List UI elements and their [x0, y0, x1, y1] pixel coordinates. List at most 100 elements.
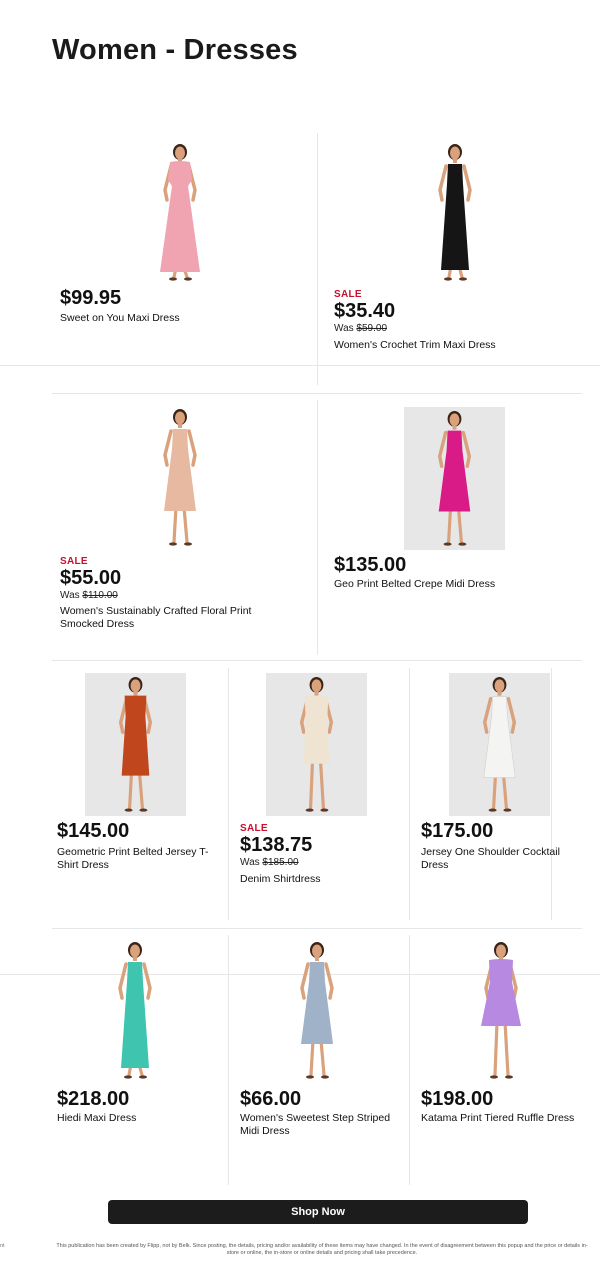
model-leg	[493, 1020, 499, 1077]
product-image[interactable]	[266, 673, 367, 816]
model-shoe	[139, 808, 148, 812]
model-leg	[492, 772, 498, 810]
model-shoe	[443, 542, 452, 546]
model-arm	[142, 962, 152, 1000]
model-shoe	[169, 542, 177, 546]
product-image[interactable]	[85, 938, 185, 1083]
model-arm	[482, 696, 493, 734]
product-price: $66.00	[240, 1088, 302, 1110]
product-image[interactable]	[449, 673, 550, 816]
product-name[interactable]: Jersey One Shoulder Cocktail Dress	[421, 846, 581, 872]
product-name[interactable]: Women's Sustainably Crafted Floral Print…	[60, 605, 290, 631]
model-head	[494, 679, 505, 693]
model-head	[175, 411, 185, 425]
product-name[interactable]: Sweet on You Maxi Dress	[60, 312, 290, 325]
model-arm	[300, 962, 310, 1000]
grid-divider	[52, 393, 582, 394]
model-arm	[437, 430, 448, 468]
sale-badge: SALE	[60, 556, 88, 567]
product-image[interactable]	[130, 405, 230, 550]
was-price: Was $110.00	[60, 590, 118, 601]
grid-divider	[228, 935, 229, 1185]
dress-model-illustration	[300, 942, 334, 1079]
model-neck	[452, 424, 457, 430]
product-image[interactable]	[451, 938, 551, 1083]
model-leg	[137, 770, 144, 810]
product-name[interactable]: Women's Sweetest Step Striped Midi Dress	[240, 1112, 400, 1138]
product-name[interactable]: Women's Crochet Trim Maxi Dress	[334, 339, 564, 352]
product-price: $138.75	[240, 834, 313, 856]
model-neck	[315, 956, 319, 961]
product-image[interactable]	[405, 140, 505, 285]
model-leg	[172, 505, 178, 544]
edge-fragment-text: nt	[0, 1243, 5, 1249]
model-shoe	[458, 542, 467, 546]
disclaimer-text: This publication has been created by Fli…	[56, 1243, 588, 1256]
model-neck	[178, 423, 182, 428]
product-name[interactable]: Denim Shirtdress	[240, 873, 400, 886]
model-arm	[163, 429, 173, 467]
product-price: $198.00	[421, 1088, 494, 1110]
dress-model-illustration	[299, 676, 334, 812]
model-head	[450, 146, 460, 160]
product-price: $35.40	[334, 300, 396, 322]
product-name[interactable]: Hiedi Maxi Dress	[57, 1112, 217, 1125]
dress-shape	[121, 962, 149, 1068]
product-name[interactable]: Geo Print Belted Crepe Midi Dress	[334, 578, 564, 591]
grid-divider	[52, 928, 582, 929]
model-head	[496, 944, 506, 958]
was-price: Was $185.00	[240, 857, 299, 868]
product-image[interactable]	[404, 407, 505, 550]
model-shoe	[139, 1075, 147, 1079]
dress-shape	[160, 161, 200, 272]
model-shoe	[124, 1075, 132, 1079]
product-image[interactable]	[267, 938, 367, 1083]
shop-now-button[interactable]: Shop Now	[108, 1200, 528, 1224]
product-name[interactable]: Geometric Print Belted Jersey T-Shirt Dr…	[57, 846, 217, 872]
model-shoe	[505, 1075, 513, 1079]
product-price: $218.00	[57, 1088, 130, 1110]
model-shoe	[503, 808, 512, 812]
was-price: Was $59.00	[334, 323, 388, 334]
model-shoe	[306, 1075, 314, 1079]
model-head	[312, 944, 322, 958]
model-leg	[309, 758, 315, 810]
model-arm	[438, 164, 448, 202]
product-price: $135.00	[334, 554, 407, 576]
model-leg	[182, 505, 189, 544]
product-image[interactable]	[85, 673, 186, 816]
model-shoe	[169, 277, 177, 281]
dress-shape	[441, 164, 469, 270]
model-leg	[503, 1020, 510, 1077]
dress-shape	[121, 695, 150, 776]
model-head	[311, 679, 322, 693]
model-head	[130, 944, 140, 958]
model-shoe	[490, 1075, 498, 1079]
dress-model-illustration	[118, 942, 152, 1079]
dress-model-illustration	[118, 676, 153, 812]
product-price: $175.00	[421, 820, 494, 842]
dress-model-illustration	[160, 144, 200, 281]
dress-model-illustration	[163, 409, 197, 546]
model-leg	[501, 772, 508, 810]
model-neck	[133, 690, 138, 696]
grid-divider	[317, 133, 318, 385]
dress-model-illustration	[438, 144, 472, 281]
model-neck	[497, 690, 502, 696]
model-head	[175, 146, 185, 160]
model-shoe	[184, 277, 192, 281]
model-shoe	[124, 808, 133, 812]
sale-badge: SALE	[334, 289, 362, 300]
model-leg	[128, 770, 134, 810]
grid-divider	[228, 668, 229, 920]
model-arm	[506, 696, 517, 734]
grid-divider	[409, 935, 410, 1185]
model-head	[130, 679, 141, 693]
model-neck	[314, 690, 319, 696]
product-image[interactable]	[130, 140, 230, 285]
dress-model-illustration	[437, 410, 472, 546]
dress-model-illustration	[482, 676, 517, 812]
model-neck	[133, 956, 137, 961]
model-arm	[462, 164, 472, 202]
product-name[interactable]: Katama Print Tiered Ruffle Dress	[421, 1112, 581, 1125]
